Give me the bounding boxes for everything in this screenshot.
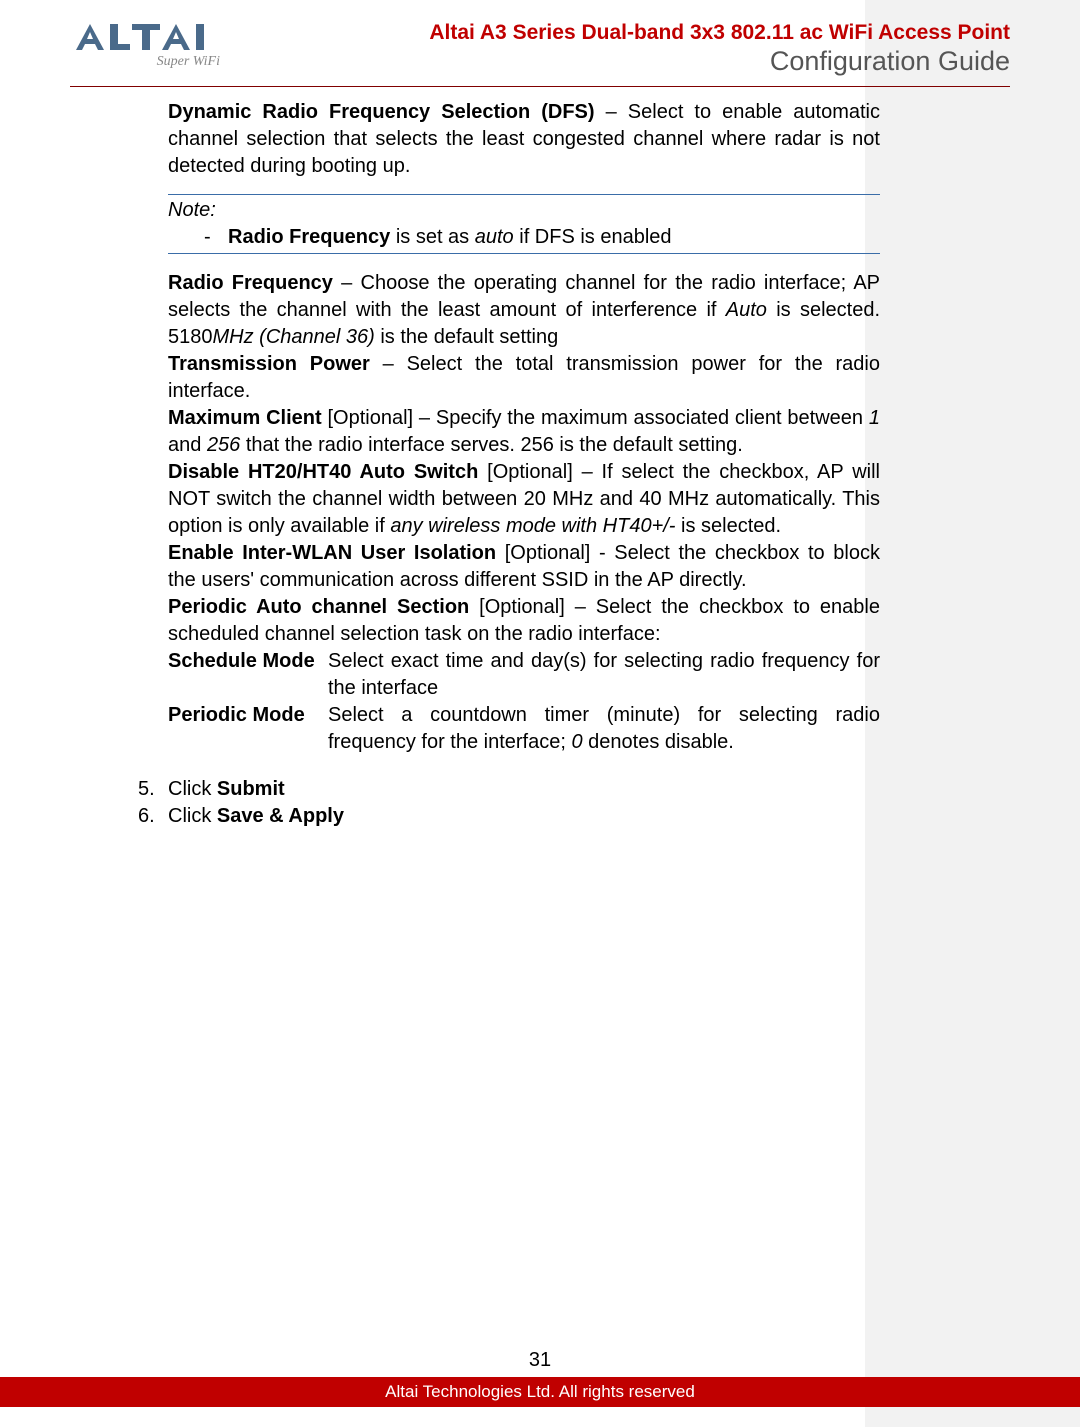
header-product-title: Altai A3 Series Dual-band 3x3 802.11 ac … [429, 20, 1010, 45]
page-header: Super WiFi Altai A3 Series Dual-band 3x3… [70, 20, 1010, 87]
note-label: Note: [168, 197, 880, 224]
periodic-zero: 0 [571, 731, 582, 753]
tx-term: Transmission Power [168, 353, 370, 375]
periodic-row: Periodic Mode Select a countdown timer (… [168, 702, 880, 756]
note-item-term: Radio Frequency [228, 226, 390, 248]
step-5-num: 5. [138, 776, 155, 803]
note-block: Note: Radio Frequency is set as auto if … [168, 194, 880, 254]
schedule-text: Select exact time and day(s) for selecti… [328, 648, 880, 702]
periodic-text: Select a countdown timer (minute) for se… [328, 702, 880, 756]
note-item-mid: is set as [390, 226, 474, 248]
footer-copyright: Altai Technologies Ltd. All rights reser… [0, 1377, 1080, 1407]
iw-term: Enable Inter-WLAN User Isolation [168, 542, 496, 564]
dfs-term: Dynamic Radio Frequency Selection (DFS) [168, 101, 595, 123]
ht-italic: any wireless mode with HT40+/- [390, 515, 675, 537]
mode-table: Schedule Mode Select exact time and day(… [168, 648, 880, 756]
ht-text-b: is selected. [675, 515, 781, 537]
rf-text-c: is the default setting [375, 326, 558, 348]
steps-list: 5. Click Submit 6. Click Save & Apply [138, 776, 880, 830]
mc-term: Maximum Client [168, 407, 322, 429]
step-6-a: Click [168, 805, 217, 827]
schedule-row: Schedule Mode Select exact time and day(… [168, 648, 880, 702]
mc-1: 1 [869, 407, 880, 429]
dfs-paragraph: Dynamic Radio Frequency Selection (DFS) … [168, 99, 880, 180]
pa-term: Periodic Auto channel Section [168, 596, 469, 618]
page-number: 31 [0, 1349, 1080, 1372]
rf-auto: Auto [726, 299, 767, 321]
note-item-italic: auto [475, 226, 514, 248]
step-6: 6. Click Save & Apply [138, 803, 880, 830]
mc-text-b: and [168, 434, 207, 456]
body-content: Dynamic Radio Frequency Selection (DFS) … [168, 99, 880, 830]
ht-paragraph: Disable HT20/HT40 Auto Switch [Optional]… [168, 459, 880, 540]
note-item: Radio Frequency is set as auto if DFS is… [168, 224, 880, 251]
rf-paragraph: Radio Frequency – Choose the operating c… [168, 270, 880, 351]
pa-paragraph: Periodic Auto channel Section [Optional]… [168, 594, 880, 648]
step-5-b: Submit [217, 778, 285, 800]
periodic-label: Periodic Mode [168, 702, 328, 756]
periodic-text-b: denotes disable. [583, 731, 734, 753]
note-item-end: if DFS is enabled [514, 226, 672, 248]
logo-tagline: Super WiFi [70, 54, 270, 70]
ht-term: Disable HT20/HT40 Auto Switch [168, 461, 478, 483]
step-5: 5. Click Submit [138, 776, 880, 803]
schedule-label: Schedule Mode [168, 648, 328, 702]
logo: Super WiFi [70, 20, 270, 68]
mc-paragraph: Maximum Client [Optional] – Specify the … [168, 405, 880, 459]
header-doc-title: Configuration Guide [429, 45, 1010, 77]
step-6-num: 6. [138, 803, 155, 830]
rf-mhz: MHz (Channel 36) [213, 326, 375, 348]
mc-text-a: [Optional] – Specify the maximum associa… [322, 407, 869, 429]
tx-paragraph: Transmission Power – Select the total tr… [168, 351, 880, 405]
mc-256: 256 [207, 434, 240, 456]
header-titles: Altai A3 Series Dual-band 3x3 802.11 ac … [429, 20, 1010, 78]
rf-term: Radio Frequency [168, 272, 333, 294]
step-5-a: Click [168, 778, 217, 800]
mc-text-c: that the radio interface serves. 256 is … [240, 434, 743, 456]
altai-logo-icon [70, 20, 270, 56]
iw-paragraph: Enable Inter-WLAN User Isolation [Option… [168, 540, 880, 594]
step-6-b: Save & Apply [217, 805, 344, 827]
